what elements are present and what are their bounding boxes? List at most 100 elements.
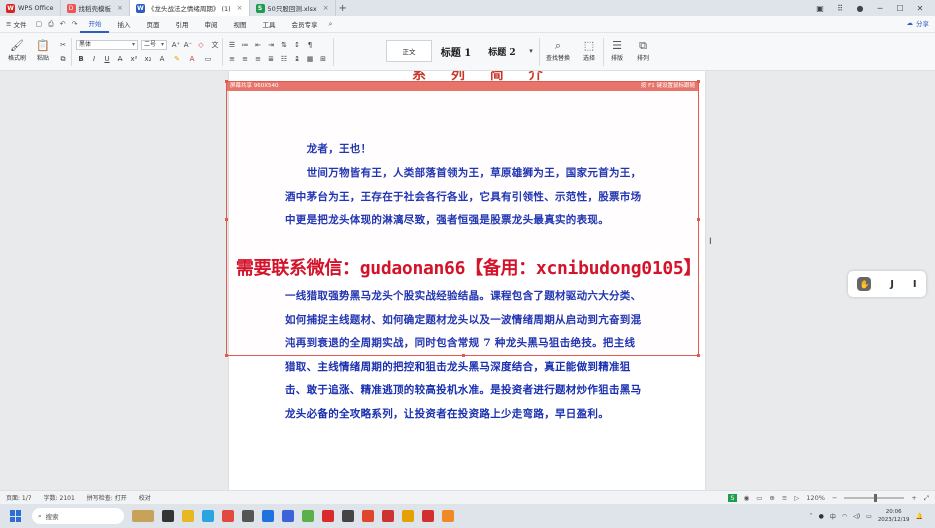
increase-indent-icon[interactable]: ⇥ bbox=[266, 40, 276, 50]
italic-icon[interactable]: I bbox=[89, 54, 99, 64]
bullet-list-icon[interactable]: ☰ bbox=[227, 40, 237, 50]
ime-icon[interactable]: 中 bbox=[830, 512, 836, 521]
format-painter-button[interactable]: 🖌 格式刷 bbox=[4, 39, 30, 62]
grid-icon[interactable]: ⠿ bbox=[833, 4, 847, 13]
layout-button[interactable]: ☰ 排版 bbox=[604, 39, 630, 62]
avatar-icon[interactable]: ● bbox=[853, 4, 867, 13]
redo-icon[interactable]: ↷ bbox=[69, 20, 81, 28]
app-orange-icon[interactable] bbox=[362, 510, 374, 522]
play-icon[interactable]: ▷ bbox=[794, 494, 799, 502]
superscript-icon[interactable]: x² bbox=[129, 54, 139, 64]
close-window-icon[interactable]: ✕ bbox=[913, 4, 927, 13]
resize-handle[interactable] bbox=[462, 354, 465, 357]
menu-item-home[interactable]: 开始 bbox=[80, 16, 110, 33]
line-spacing-icon[interactable]: ↨ bbox=[292, 54, 302, 64]
pen-icon[interactable] bbox=[242, 510, 254, 522]
volume-icon[interactable]: ◁) bbox=[853, 513, 860, 520]
find-replace-button[interactable]: ⌕ 查找替换 bbox=[542, 39, 574, 62]
layout-icon[interactable]: ▣ bbox=[813, 4, 827, 13]
menu-item-review[interactable]: 审阅 bbox=[196, 16, 225, 33]
font-size-select[interactable]: 二号 bbox=[141, 40, 167, 50]
zoom-out-icon[interactable]: − bbox=[832, 494, 837, 502]
close-icon[interactable]: × bbox=[117, 4, 123, 12]
tool-i-button[interactable]: I bbox=[913, 279, 917, 290]
minimize-icon[interactable]: ─ bbox=[873, 4, 887, 13]
shrink-font-icon[interactable]: A⁻ bbox=[183, 40, 193, 50]
battery-icon[interactable]: ▭ bbox=[866, 513, 872, 520]
menu-item-view[interactable]: 视图 bbox=[225, 16, 254, 33]
wps-tray-icon[interactable]: ● bbox=[819, 513, 824, 520]
close-icon[interactable]: × bbox=[237, 4, 243, 12]
notification-icon[interactable]: 🔔 bbox=[916, 513, 923, 520]
file-menu[interactable]: ≡ 文件 bbox=[0, 16, 32, 33]
chinese-layout-icon[interactable]: ⇅ bbox=[279, 40, 289, 50]
resize-handle[interactable] bbox=[697, 354, 700, 357]
style-normal-button[interactable]: 正文 bbox=[386, 40, 432, 62]
clear-format-icon[interactable]: ◇ bbox=[196, 40, 206, 50]
decrease-indent-icon[interactable]: ⇤ bbox=[253, 40, 263, 50]
app-yellow-icon[interactable] bbox=[402, 510, 414, 522]
grow-font-icon[interactable]: A⁺ bbox=[171, 40, 181, 50]
resize-handle[interactable] bbox=[225, 218, 228, 221]
style-heading2-button[interactable]: 标题 2 bbox=[480, 40, 524, 62]
cut-icon[interactable]: ✂ bbox=[58, 40, 68, 50]
menu-item-tools[interactable]: 工具 bbox=[254, 16, 283, 33]
zoom-level[interactable]: 120% bbox=[806, 494, 825, 502]
menu-item-insert[interactable]: 插入 bbox=[109, 16, 138, 33]
zoom-in-icon[interactable]: + bbox=[911, 494, 916, 502]
app-dark-icon[interactable] bbox=[342, 510, 354, 522]
align-left-icon[interactable]: ≡ bbox=[227, 54, 237, 64]
menu-item-member[interactable]: 会员专享 bbox=[283, 16, 325, 33]
chrome-icon[interactable] bbox=[222, 510, 234, 522]
print-icon[interactable]: ⎙ bbox=[45, 20, 57, 29]
menu-item-page[interactable]: 页面 bbox=[138, 16, 167, 33]
resize-handle[interactable] bbox=[697, 218, 700, 221]
app-red2-icon[interactable] bbox=[382, 510, 394, 522]
view-web-icon[interactable]: ⊕ bbox=[769, 494, 774, 502]
eye-icon[interactable]: ◉ bbox=[744, 494, 750, 502]
resize-handle[interactable] bbox=[225, 354, 228, 357]
tab-excel[interactable]: S 50只股回测.xlsx × bbox=[250, 0, 336, 16]
task-view-icon[interactable] bbox=[162, 510, 174, 522]
proofread-button[interactable]: 校对 bbox=[133, 493, 157, 502]
search-icon[interactable]: ⌕ bbox=[325, 20, 335, 29]
show-marks-icon[interactable]: ¶ bbox=[305, 40, 315, 50]
document-canvas[interactable]: 系 列 简 介 龙者，王也！ 世间万物皆有王，人类部落首领为王，草原雄狮为王，国… bbox=[0, 71, 935, 490]
menu-item-reference[interactable]: 引用 bbox=[167, 16, 196, 33]
word-count[interactable]: 字数: 2101 bbox=[38, 493, 81, 502]
pan-hand-icon[interactable]: ✋ bbox=[857, 277, 872, 291]
zoom-slider[interactable] bbox=[844, 494, 905, 502]
save-icon[interactable]: ▢ bbox=[32, 20, 45, 28]
view-outline-icon[interactable]: ≡ bbox=[782, 494, 787, 502]
app-green-icon[interactable] bbox=[302, 510, 314, 522]
font-color-icon[interactable]: A bbox=[187, 54, 197, 64]
tab-docer[interactable]: D 找稻壳模板 × bbox=[61, 0, 130, 16]
app-orange2-icon[interactable] bbox=[442, 510, 454, 522]
justify-icon[interactable]: ≣ bbox=[266, 54, 276, 64]
paste-button[interactable]: 📋 粘贴 bbox=[30, 39, 56, 62]
distribute-icon[interactable]: ☷ bbox=[279, 54, 289, 64]
windows-start-icon[interactable] bbox=[10, 510, 22, 522]
widget-icon[interactable] bbox=[132, 510, 154, 522]
taskbar-search[interactable]: ⌕ 搜索 bbox=[32, 508, 124, 524]
highlight-icon[interactable]: ✎ bbox=[172, 54, 182, 64]
tool-j-button[interactable]: J bbox=[890, 279, 894, 290]
char-border-icon[interactable]: ▭ bbox=[203, 54, 213, 64]
copy-icon[interactable]: ⧉ bbox=[58, 54, 68, 64]
new-tab-button[interactable]: + bbox=[336, 3, 350, 14]
pinyin-icon[interactable]: 文 bbox=[210, 40, 220, 50]
underline-icon[interactable]: U bbox=[102, 54, 112, 64]
system-clock[interactable]: 20:06 2023/12/19 bbox=[878, 508, 910, 524]
strikethrough-icon[interactable]: A̶ bbox=[115, 54, 125, 64]
undo-icon[interactable]: ↶ bbox=[57, 20, 69, 28]
numbered-list-icon[interactable]: ≔ bbox=[240, 40, 250, 50]
tab-wps-office[interactable]: W WPS Office bbox=[0, 0, 61, 16]
font-name-select[interactable]: 黑体 bbox=[76, 40, 138, 50]
close-icon[interactable]: × bbox=[323, 4, 329, 12]
bold-icon[interactable]: B bbox=[76, 54, 86, 64]
borders-icon[interactable]: ⊞ bbox=[318, 54, 328, 64]
screen-share-frame[interactable]: 屏幕共享 960X540 按 F1 键设置鼠标跟随 bbox=[225, 80, 700, 357]
file-explorer-icon[interactable] bbox=[182, 510, 194, 522]
arrange-button[interactable]: ⧉ 排列 bbox=[630, 39, 656, 62]
shading-icon[interactable]: ▦ bbox=[305, 54, 315, 64]
